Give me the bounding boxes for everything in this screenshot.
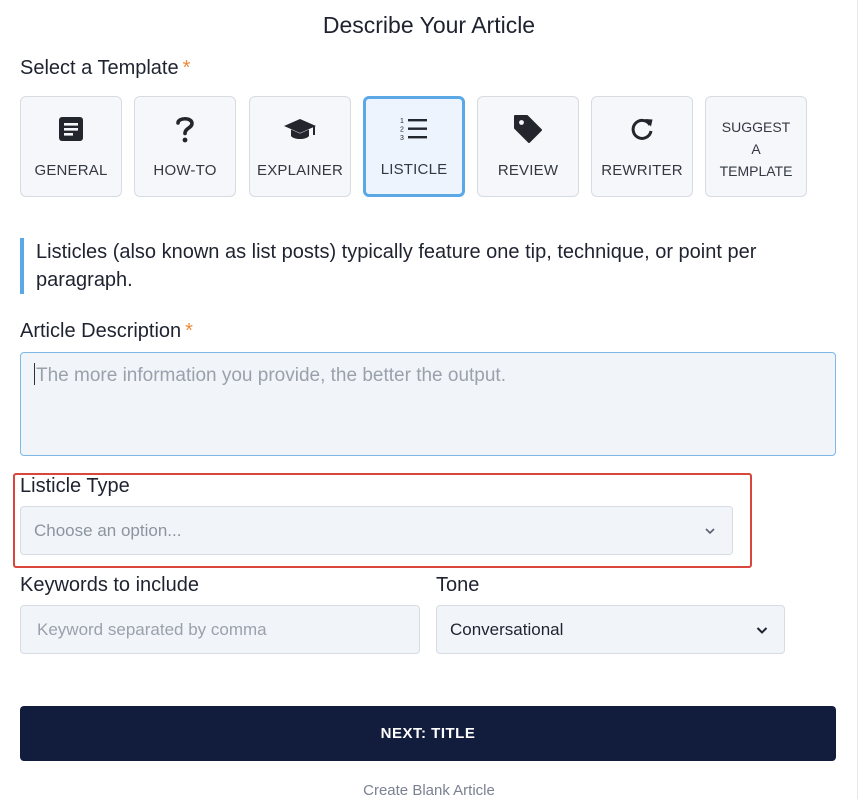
numbered-list-icon: 1 23 <box>366 114 462 144</box>
template-label-suggest: SUGGEST A TEMPLATE <box>719 119 793 179</box>
tag-icon <box>478 114 578 144</box>
svg-text:2: 2 <box>400 127 404 134</box>
template-label-listicle: LISTICLE <box>380 161 448 178</box>
tone-select[interactable]: Conversational <box>436 605 785 654</box>
article-description-placeholder: The more information you provide, the be… <box>36 365 506 386</box>
graduation-cap-icon <box>250 114 350 144</box>
template-label-rewriter: REWRITER <box>601 162 683 179</box>
required-mark: * <box>182 57 191 79</box>
keywords-placeholder: Keyword separated by comma <box>37 619 267 639</box>
template-description-note: Listicles (also known as list posts) typ… <box>20 238 840 294</box>
template-listicle[interactable]: 1 23 LISTICLE <box>363 96 465 197</box>
required-mark: * <box>185 320 193 342</box>
template-general[interactable]: GENERAL <box>20 96 122 197</box>
template-label-general: GENERAL <box>34 162 108 179</box>
tone-label: Tone <box>436 574 480 596</box>
svg-text:3: 3 <box>400 135 404 142</box>
chevron-down-icon <box>705 527 715 534</box>
page-title: Describe Your Article <box>322 12 536 38</box>
create-blank-article-link[interactable]: Create Blank Article <box>0 782 858 799</box>
keywords-label: Keywords to include <box>20 574 199 596</box>
listicle-type-label: Listicle Type <box>20 475 130 497</box>
keywords-input[interactable]: Keyword separated by comma <box>20 605 420 654</box>
content-right-border <box>857 0 858 799</box>
listicle-type-placeholder: Choose an option... <box>34 520 182 540</box>
tone-value: Conversational <box>450 619 564 639</box>
template-label-review: REVIEW <box>497 162 559 179</box>
template-label-explainer: EXPLAINER <box>257 162 343 179</box>
template-review[interactable]: REVIEW <box>477 96 579 197</box>
article-description-label: Article Description * <box>20 320 193 342</box>
listicle-type-select[interactable]: Choose an option... <box>20 506 733 555</box>
question-icon <box>135 114 235 144</box>
chevron-down-icon <box>756 626 768 634</box>
next-title-button[interactable]: NEXT: TITLE <box>20 706 836 761</box>
document-icon <box>21 114 121 144</box>
template-explainer[interactable]: EXPLAINER <box>249 96 351 197</box>
template-rewriter[interactable]: REWRITER <box>591 96 693 197</box>
text-cursor <box>34 363 35 385</box>
svg-text:1: 1 <box>400 118 404 125</box>
template-suggest[interactable]: SUGGEST A TEMPLATE <box>705 96 807 197</box>
template-how-to[interactable]: HOW-TO <box>134 96 236 197</box>
template-label: Select a Template * <box>20 57 191 79</box>
template-label-how-to: HOW-TO <box>153 162 217 179</box>
refresh-icon <box>592 114 692 144</box>
article-description-input[interactable]: The more information you provide, the be… <box>20 352 836 456</box>
